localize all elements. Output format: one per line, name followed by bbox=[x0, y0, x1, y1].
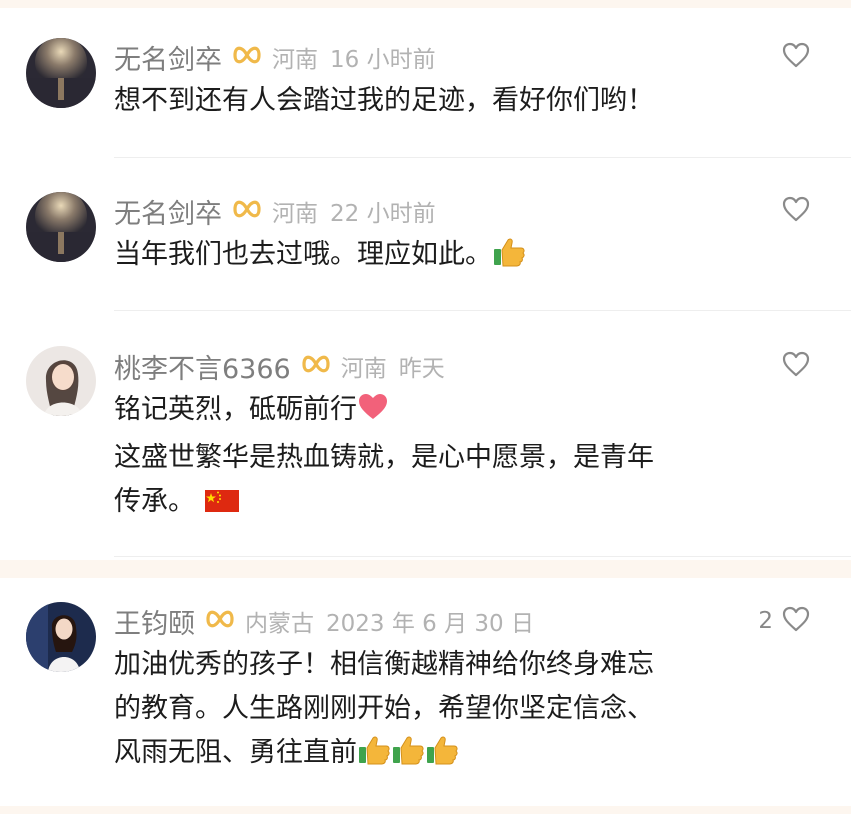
comment-line: 风雨无阻、勇往直前 bbox=[114, 731, 794, 779]
pink-heart-emoji bbox=[357, 392, 389, 436]
timestamp: 2023 年 6 月 30 日 bbox=[326, 611, 534, 637]
avatar[interactable] bbox=[26, 602, 96, 672]
timestamp: 昨天 bbox=[398, 356, 445, 382]
infinity-badge-icon bbox=[301, 353, 331, 379]
thumbs-up-emoji bbox=[425, 735, 459, 779]
avatar[interactable] bbox=[26, 192, 96, 262]
divider bbox=[114, 157, 851, 158]
china-flag-emoji bbox=[204, 484, 240, 528]
heart-outline-icon[interactable] bbox=[781, 605, 811, 637]
timestamp: 22 小时前 bbox=[330, 201, 436, 227]
location: 河南 bbox=[340, 356, 387, 382]
comment-meta: 无名剑卒 河南 22 小时前 bbox=[114, 192, 436, 231]
infinity-badge-icon bbox=[232, 44, 262, 70]
avatar[interactable] bbox=[26, 38, 96, 108]
thumbs-up-emoji bbox=[391, 735, 425, 779]
heart-outline-icon[interactable] bbox=[781, 350, 811, 382]
location: 河南 bbox=[272, 201, 318, 227]
heart-outline-icon[interactable] bbox=[781, 195, 811, 227]
like-area bbox=[773, 349, 811, 383]
username[interactable]: 王钧颐 bbox=[114, 602, 195, 641]
comment-line: 当年我们也去过哦。理应如此。 bbox=[114, 233, 794, 281]
comment-line: 加油优秀的孩子！相信衡越精神给你终身难忘 bbox=[114, 649, 654, 680]
infinity-badge-icon bbox=[232, 198, 262, 224]
heart-outline-icon[interactable] bbox=[781, 41, 811, 73]
comment-meta: 王钧颐 内蒙古 2023 年 6 月 30 日 bbox=[114, 602, 534, 641]
comment-text: 加油优秀的孩子！相信衡越精神给你终身难忘 的教育。人生路刚刚开始，希望你坚定信念… bbox=[114, 643, 794, 779]
location: 河南 bbox=[272, 47, 318, 73]
username[interactable]: 无名剑卒 bbox=[114, 192, 222, 231]
username[interactable]: 无名剑卒 bbox=[114, 38, 222, 77]
thumbs-up-emoji bbox=[492, 237, 526, 281]
comment-line: 的教育。人生路刚刚开始，希望你坚定信念、 bbox=[114, 693, 654, 724]
comment-line: 这盛世繁华是热血铸就，是心中愿景，是青年 bbox=[114, 442, 654, 473]
comment-meta: 无名剑卒 河南 16 小时前 bbox=[114, 38, 436, 77]
like-area bbox=[773, 194, 811, 228]
comment-line: 想不到还有人会踏过我的足迹，看好你们哟！ bbox=[114, 85, 654, 116]
thumbs-up-emoji bbox=[357, 735, 391, 779]
comment-text: 想不到还有人会踏过我的足迹，看好你们哟！ bbox=[114, 79, 794, 123]
comment-meta: 桃李不言6366 河南 昨天 bbox=[114, 347, 445, 386]
comment-line: 铭记英烈，砥砺前行 bbox=[114, 388, 794, 436]
username[interactable]: 桃李不言6366 bbox=[114, 347, 291, 386]
comment-line: 传承。 bbox=[114, 480, 794, 528]
location: 内蒙古 bbox=[245, 611, 314, 637]
divider bbox=[114, 310, 851, 311]
avatar[interactable] bbox=[26, 346, 96, 416]
comment-text: 当年我们也去过哦。理应如此。 bbox=[114, 233, 794, 281]
like-count: 2 bbox=[758, 608, 773, 634]
like-area: 2 bbox=[758, 604, 811, 638]
infinity-badge-icon bbox=[205, 608, 235, 634]
like-area bbox=[773, 40, 811, 74]
comment-text: 铭记英烈，砥砺前行 这盛世繁华是热血铸就，是心中愿景，是青年 传承。 bbox=[114, 388, 794, 528]
divider bbox=[114, 556, 851, 557]
timestamp: 16 小时前 bbox=[330, 47, 436, 73]
